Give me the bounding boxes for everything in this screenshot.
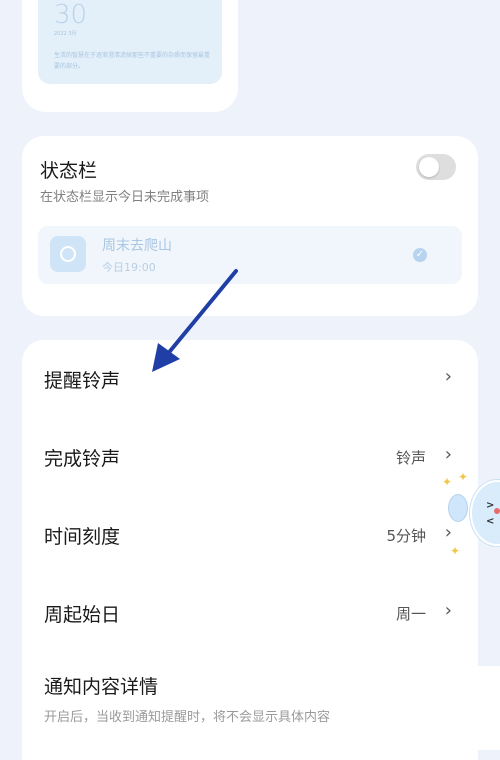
setting-value: 周一 xyxy=(395,605,426,623)
sparkle-icon: ✦ xyxy=(450,544,461,558)
widget-preview: 30 2022 3月 生活的智慧在于逐渐澄清滤掉那些不重要的杂质而保留最重要的部… xyxy=(38,0,222,84)
setting-label: 完成铃声 xyxy=(44,448,121,470)
mascot-eye: < xyxy=(486,516,495,527)
setting-week-start[interactable]: 周起始日 周一 › xyxy=(22,574,478,652)
mascot-ear xyxy=(448,494,468,522)
chevron-right-icon: › xyxy=(444,444,452,465)
setting-description: 开启后，当收到通知提醒时，将不会显示具体内容 xyxy=(44,710,331,725)
setting-value: 5分钟 xyxy=(386,527,426,545)
floating-mascot[interactable]: ✦ ✦ ✦ > < xyxy=(440,470,500,560)
setting-time-scale[interactable]: 时间刻度 5分钟 › xyxy=(22,496,478,574)
mascot-face-icon: > < xyxy=(470,480,500,546)
widget-month: 2022 3月 xyxy=(54,31,77,37)
setting-label: 通知内容详情 xyxy=(44,676,159,698)
setting-complete-ringtone[interactable]: 完成铃声 铃声 › xyxy=(22,418,478,496)
chevron-right-icon: › xyxy=(444,600,452,621)
status-bar-card: 状态栏 在状态栏显示今日未完成事项 周末去爬山 今日19:00 ✓ xyxy=(22,136,478,316)
preview-task-time: 今日19:00 xyxy=(102,261,156,274)
chevron-right-icon: › xyxy=(444,366,452,387)
mascot-blush xyxy=(494,508,500,514)
widget-quote: 生活的智慧在于逐渐澄清滤掉那些不重要的杂质而保留最重要的部分。 xyxy=(54,52,211,70)
task-circle-icon xyxy=(50,236,86,272)
sparkle-icon: ✦ xyxy=(442,475,453,489)
check-icon: ✓ xyxy=(413,248,427,262)
setting-label: 周起始日 xyxy=(44,604,121,626)
widget-card[interactable]: 30 2022 3月 生活的智慧在于逐渐澄清滤掉那些不重要的杂质而保留最重要的部… xyxy=(22,0,238,112)
overlay-patch xyxy=(376,666,500,750)
setting-label: 时间刻度 xyxy=(44,526,121,548)
setting-label: 提醒铃声 xyxy=(44,370,121,392)
toggle-knob xyxy=(419,157,439,177)
status-bar-title: 状态栏 xyxy=(40,160,98,182)
preview-task-title: 周末去爬山 xyxy=(102,238,172,254)
status-bar-toggle[interactable] xyxy=(416,154,456,180)
status-bar-description: 在状态栏显示今日未完成事项 xyxy=(40,190,210,205)
setting-reminder-ringtone[interactable]: 提醒铃声 › xyxy=(22,340,478,418)
sparkle-icon: ✦ xyxy=(458,470,469,484)
status-bar-preview: 周末去爬山 今日19:00 ✓ xyxy=(38,226,462,284)
widget-date: 30 xyxy=(54,0,88,30)
setting-value: 铃声 xyxy=(395,449,426,467)
